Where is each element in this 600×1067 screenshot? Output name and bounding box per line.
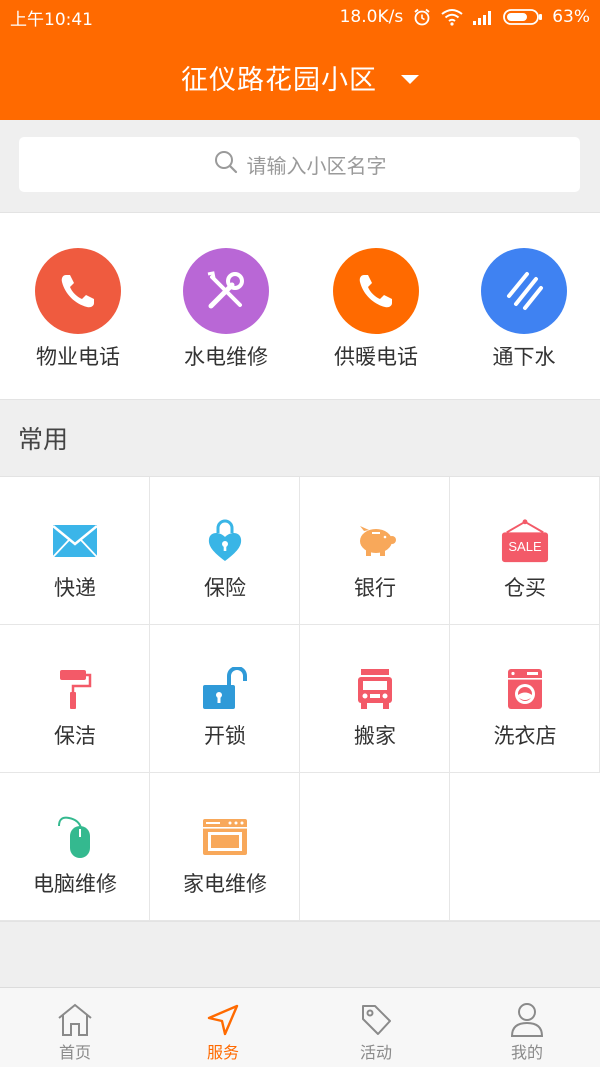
home-icon xyxy=(57,1002,93,1038)
service-label: 银行 xyxy=(354,576,396,600)
service-bank[interactable]: 银行 xyxy=(300,477,450,625)
drain-icon xyxy=(481,248,567,334)
service-label: 电脑维修 xyxy=(33,872,117,896)
piggy-bank-icon xyxy=(351,519,399,563)
tab-label: 服务 xyxy=(206,1043,239,1062)
alarm-icon xyxy=(412,7,432,27)
service-label: 洗衣店 xyxy=(493,724,557,748)
quick-services: 物业电话 水电维修 供暖电话 通下水 xyxy=(0,212,600,400)
quick-service-label: 物业电话 xyxy=(36,345,120,369)
navigation-arrow-icon xyxy=(205,1002,241,1038)
service-unlock[interactable]: 开锁 xyxy=(150,625,300,773)
network-speed: 18.0K/s xyxy=(339,7,404,27)
tab-label: 我的 xyxy=(510,1043,543,1062)
battery-icon xyxy=(503,8,543,26)
community-title[interactable]: 征仪路花园小区 xyxy=(181,58,377,97)
service-computer-repair[interactable]: 电脑维修 xyxy=(0,773,150,921)
service-laundry[interactable]: 洗衣店 xyxy=(450,625,600,773)
phone-icon xyxy=(333,248,419,334)
tab-label: 首页 xyxy=(58,1043,91,1062)
quick-service-label: 供暖电话 xyxy=(334,345,418,369)
quick-service-drain[interactable]: 通下水 xyxy=(449,213,599,401)
quick-service-label: 通下水 xyxy=(492,345,556,369)
heart-lock-icon xyxy=(201,519,249,563)
service-cleaning[interactable]: 保洁 xyxy=(0,625,150,773)
washing-machine-icon xyxy=(501,667,549,711)
caret-down-icon[interactable] xyxy=(401,74,419,84)
tab-profile[interactable]: 我的 xyxy=(452,988,600,1067)
quick-service-label: 水电维修 xyxy=(184,345,268,369)
service-label: 家电维修 xyxy=(183,872,267,896)
oven-icon xyxy=(201,815,249,859)
tab-home[interactable]: 首页 xyxy=(0,988,150,1067)
truck-icon xyxy=(351,667,399,711)
search-icon xyxy=(213,149,239,180)
service-insurance[interactable]: 保险 xyxy=(150,477,300,625)
battery-percent: 63% xyxy=(552,7,590,27)
unlock-icon xyxy=(201,667,249,711)
status-time: 上午10:41 xyxy=(10,9,93,30)
common-services-grid: 快递 保险 银行 SALE 仓买 保洁 开锁 搬家 洗衣店 电脑维修 家电维修 xyxy=(0,476,600,922)
bottom-tab-bar: 首页 服务 活动 我的 xyxy=(0,987,600,1067)
quick-service-repair[interactable]: 水电维修 xyxy=(151,213,301,401)
search-area: 请输入小区名字 xyxy=(0,120,600,212)
service-moving[interactable]: 搬家 xyxy=(300,625,450,773)
service-label: 开锁 xyxy=(204,724,246,748)
wrench-screwdriver-icon xyxy=(183,248,269,334)
quick-service-heating-phone[interactable]: 供暖电话 xyxy=(301,213,451,401)
status-indicators: 18.0K/s 63% xyxy=(340,7,590,27)
paint-roller-icon xyxy=(51,667,99,711)
service-store[interactable]: SALE 仓买 xyxy=(450,477,600,625)
service-appliance-repair[interactable]: 家电维修 xyxy=(150,773,300,921)
service-label: 保险 xyxy=(204,576,246,600)
header: 征仪路花园小区 xyxy=(0,34,600,120)
phone-icon xyxy=(35,248,121,334)
tab-activities[interactable]: 活动 xyxy=(301,988,451,1067)
grid-empty-cell xyxy=(450,773,600,921)
service-express[interactable]: 快递 xyxy=(0,477,150,625)
service-label: 保洁 xyxy=(54,724,96,748)
tag-icon xyxy=(358,1002,394,1038)
search-placeholder: 请输入小区名字 xyxy=(246,154,387,178)
section-title-common: 常用 xyxy=(0,400,600,476)
tab-label: 活动 xyxy=(359,1043,392,1062)
person-icon xyxy=(509,1002,545,1038)
mouse-icon xyxy=(51,815,99,859)
service-label: 搬家 xyxy=(354,724,396,748)
quick-service-property-phone[interactable]: 物业电话 xyxy=(3,213,153,401)
service-label: 快递 xyxy=(54,576,96,600)
sale-badge-text: SALE xyxy=(508,539,542,554)
wifi-icon xyxy=(441,8,463,26)
grid-empty-cell xyxy=(300,773,450,921)
signal-icon xyxy=(472,9,494,25)
search-input[interactable]: 请输入小区名字 xyxy=(19,137,580,192)
status-bar: 上午10:41 18.0K/s 63% xyxy=(0,0,600,34)
envelope-icon xyxy=(51,519,99,563)
tab-services[interactable]: 服务 xyxy=(148,988,298,1067)
service-label: 仓买 xyxy=(504,576,546,600)
